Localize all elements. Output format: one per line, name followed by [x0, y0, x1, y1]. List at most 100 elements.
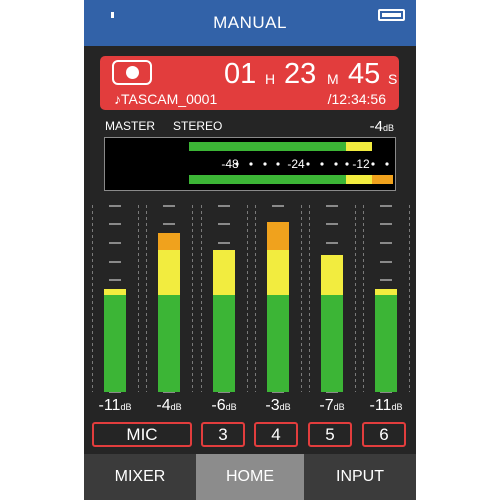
tab-input[interactable]: INPUT [304, 454, 416, 500]
meter-guide [201, 205, 202, 392]
file-name: ♪TASCAM_0001 [114, 91, 218, 107]
meter-orange-segment [158, 233, 180, 250]
meter-yellow-segment [267, 249, 289, 295]
record-panel[interactable]: 01 H 23 M 45 S ♪TASCAM_0001 /12:34:56 [100, 56, 399, 110]
channel-button[interactable]: MIC [92, 422, 192, 447]
meter-guide [301, 205, 302, 392]
record-icon [112, 60, 152, 85]
meter-guide [92, 205, 93, 392]
meter-tick [109, 242, 121, 244]
channel-level-unit: dB [120, 402, 132, 412]
elapsed-seconds: 45 [348, 58, 381, 90]
meter-guide [409, 205, 410, 392]
recorder-screen: MANUAL 01 H 23 M 45 S ♪TASCAM_0001 /12:3… [84, 0, 416, 500]
meter-guide [255, 205, 256, 392]
elapsed-minutes: 23 [284, 58, 317, 90]
meter-yellow-segment [213, 249, 235, 295]
meter-tick [272, 205, 284, 207]
channel-level-unit: dB [225, 402, 237, 412]
meter-guide [138, 205, 139, 392]
record-dot [126, 66, 139, 79]
channel-level-value: -11 [369, 397, 392, 414]
title-bar: MANUAL [84, 0, 416, 46]
scale-dot [320, 162, 324, 166]
meter-guide [309, 205, 310, 392]
meter-tick [163, 223, 175, 225]
meter-tick [380, 205, 392, 207]
meter-green-segment [158, 294, 180, 392]
meter-tick [109, 261, 121, 263]
channel-level-value: -7 [319, 397, 334, 414]
channel-level-value: -4 [156, 397, 171, 414]
meter-tick [326, 205, 338, 207]
elapsed-hours: 01 [224, 58, 257, 90]
meter-guide [146, 205, 147, 392]
meter-tick [326, 242, 338, 244]
meter-green-segment [321, 294, 343, 392]
battery-fill [382, 13, 401, 17]
channel-level-value: -11 [98, 397, 121, 414]
meter-guide [355, 205, 356, 392]
channel-level-value: -6 [211, 397, 226, 414]
channel-button[interactable]: 5 [308, 422, 352, 447]
channel-level-unit: dB [279, 402, 291, 412]
channel-level: -4dB [141, 397, 197, 415]
scale-dot [334, 162, 338, 166]
scale-dot [345, 162, 349, 166]
tab-home[interactable]: HOME [196, 454, 304, 500]
scale-label: -24 [287, 157, 305, 171]
meter-green-segment [267, 294, 289, 392]
channel-level-unit: dB [170, 402, 182, 412]
scale-dot [235, 162, 239, 166]
channel-level: -11dB [87, 397, 143, 415]
meter-tick [326, 223, 338, 225]
channel-button[interactable]: 3 [201, 422, 245, 447]
meter-tick [109, 279, 121, 281]
meter-tick [109, 223, 121, 225]
channel-button[interactable]: 4 [254, 422, 298, 447]
meter-tick [380, 242, 392, 244]
meter-tick [380, 279, 392, 281]
meter-tick [380, 223, 392, 225]
channel-level-value: -3 [265, 397, 280, 414]
meter-tick [218, 242, 230, 244]
scale-dot [306, 162, 310, 166]
meter-tick [218, 205, 230, 207]
scale-dot [263, 162, 267, 166]
bottom-tab-bar: MIXER HOME INPUT [84, 454, 416, 500]
scale-dot [276, 162, 280, 166]
meter-tick [109, 205, 121, 207]
channel-level: -6dB [196, 397, 252, 415]
meter-scale: -48-24-12-6-20 [221, 157, 389, 171]
master-level-value: -4 [369, 118, 383, 135]
battery-icon [378, 9, 405, 21]
meter-green-segment [375, 294, 397, 392]
meter-tick [218, 223, 230, 225]
channel-button[interactable]: 6 [362, 422, 406, 447]
tab-mixer[interactable]: MIXER [84, 454, 196, 500]
scale-dot [371, 162, 375, 166]
channel-level-unit: dB [391, 402, 403, 412]
channel-level: -11dB [358, 397, 414, 415]
meter-orange-segment [267, 221, 289, 250]
meter-yellow-segment [375, 289, 397, 295]
meter-guide [247, 205, 248, 392]
master-label: MASTER [105, 119, 156, 133]
meter-yellow-segment [104, 289, 126, 295]
remaining-time: /12:34:56 [327, 91, 386, 107]
screen-title: MANUAL [213, 13, 287, 32]
channel-level: -3dB [250, 397, 306, 415]
stereo-mode-label: STEREO [173, 119, 223, 133]
stereo-meter: -48-24-12-6-20 [104, 137, 396, 191]
meter-guide [363, 205, 364, 392]
channel-level: -7dB [304, 397, 360, 415]
scale-dot [249, 162, 253, 166]
battery-tip [111, 12, 114, 18]
meter-guide [192, 205, 193, 392]
meter-yellow-segment [158, 249, 180, 295]
meter-green-segment [213, 294, 235, 392]
scale-label: -12 [352, 157, 370, 171]
hours-unit: H [265, 71, 276, 87]
meter-green-segment [104, 294, 126, 392]
scale-dot [385, 162, 389, 166]
